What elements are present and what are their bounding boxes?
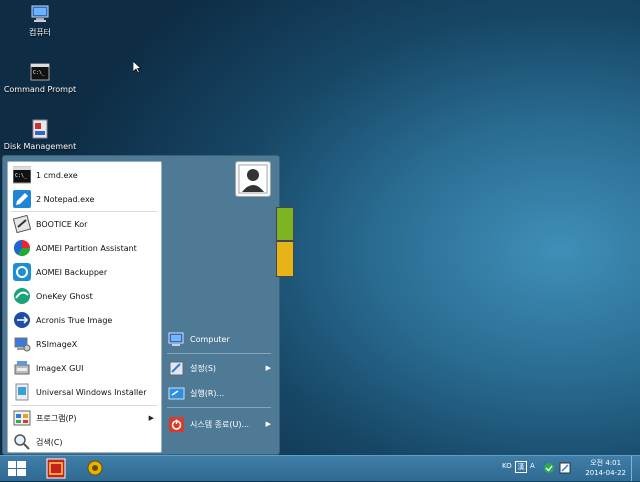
search-menu-item[interactable]: 검색(C) xyxy=(10,431,158,453)
taskbar-clock[interactable]: 오전 4:01 2014-04-22 xyxy=(585,458,626,478)
taskbar: KO 漢 A 오전 4:01 2014-04-22 xyxy=(0,455,640,481)
menu-item-label: Universal Windows Installer xyxy=(36,387,147,397)
program-item-onekey-ghost[interactable]: OneKey Ghost xyxy=(10,285,158,307)
settings-menu-item[interactable]: 설정(S) ▶ xyxy=(167,357,271,379)
onekey-ghost-icon xyxy=(13,287,31,305)
program-item-rsimagex[interactable]: RSImageX xyxy=(10,333,158,355)
start-tiles xyxy=(276,205,294,277)
start-menu: C:\_ 1 cmd.exe 2 Notepad.exe BOOTICE Kor… xyxy=(2,155,280,455)
tile-yellow[interactable] xyxy=(276,241,294,277)
menu-item-label: 설정(S) xyxy=(190,363,217,373)
run-menu-item[interactable]: 실행(R)... xyxy=(167,382,271,404)
menu-item-label: 실행(R)... xyxy=(190,388,225,398)
menu-item-label: BOOTICE Kor xyxy=(36,219,88,229)
mouse-cursor-icon xyxy=(132,60,142,77)
recent-item-cmd[interactable]: C:\_ 1 cmd.exe xyxy=(10,164,158,186)
taskbar-app-2[interactable] xyxy=(84,458,106,479)
tray-ime-label[interactable]: KO xyxy=(502,462,512,474)
menu-separator xyxy=(11,405,157,406)
cmd-icon: C:\_ xyxy=(30,62,50,82)
menu-item-label: Acronis True Image xyxy=(36,315,113,325)
menu-separator xyxy=(167,407,271,408)
clock-time: 오전 4:01 xyxy=(590,459,622,467)
windows-logo-icon xyxy=(8,461,26,476)
programs-menu-item[interactable]: 프로그램(P) ▶ xyxy=(10,407,158,429)
imagex-gui-icon xyxy=(13,359,31,377)
menu-item-label: 2 Notepad.exe xyxy=(36,194,95,204)
settings-icon xyxy=(168,360,185,377)
bootice-icon xyxy=(12,214,32,234)
menu-item-label: 검색(C) xyxy=(36,437,63,447)
desktop-icon-computer[interactable]: 컴퓨터 xyxy=(0,4,80,38)
shutdown-menu-item[interactable]: 시스템 종료(U)... ▶ xyxy=(167,413,271,435)
notepad-icon xyxy=(13,190,31,208)
menu-item-label: AOMEI Backupper xyxy=(36,267,108,277)
start-button[interactable] xyxy=(6,458,28,479)
chevron-right-icon: ▶ xyxy=(148,414,154,422)
user-account-tile[interactable] xyxy=(235,161,271,197)
desktop-icon-label: Disk Management xyxy=(3,142,77,151)
gear-app-icon xyxy=(87,460,103,476)
search-icon xyxy=(13,433,31,451)
tray-edit-icon[interactable] xyxy=(559,462,571,474)
menu-item-label: AOMEI Partition Assistant xyxy=(36,243,137,253)
program-item-acronis[interactable]: Acronis True Image xyxy=(10,309,158,331)
menu-item-label: 1 cmd.exe xyxy=(36,170,78,180)
acronis-icon xyxy=(13,311,31,329)
menu-item-label: 시스템 종료(U)... xyxy=(190,419,250,429)
program-item-aomei-backupper[interactable]: AOMEI Backupper xyxy=(10,261,158,283)
menu-item-label: 프로그램(P) xyxy=(36,413,77,423)
desktop-icon-label: 컴퓨터 xyxy=(28,28,52,37)
computer-icon xyxy=(30,4,50,24)
red-app-icon xyxy=(46,458,66,479)
svg-text:C:\_: C:\_ xyxy=(33,70,46,76)
menu-item-label: ImageX GUI xyxy=(36,363,84,373)
program-item-bootice[interactable]: BOOTICE Kor xyxy=(10,213,158,235)
menu-item-label: OneKey Ghost xyxy=(36,291,93,301)
desktop-icon-command-prompt[interactable]: C:\_ Command Prompt xyxy=(0,62,80,94)
aomei-partition-icon xyxy=(13,239,31,257)
computer-icon xyxy=(168,331,185,348)
program-item-aomei-partition[interactable]: AOMEI Partition Assistant xyxy=(10,237,158,259)
program-item-imagex-gui[interactable]: ImageX GUI xyxy=(10,357,158,379)
run-icon xyxy=(168,385,185,402)
computer-menu-item[interactable]: Computer xyxy=(167,328,271,350)
tile-green[interactable] xyxy=(276,207,294,241)
disk-management-icon xyxy=(30,119,50,139)
user-avatar-icon xyxy=(238,164,268,194)
clock-date: 2014-04-22 xyxy=(585,469,626,477)
power-icon xyxy=(168,416,185,433)
desktop-icon-disk-management[interactable]: Disk Management xyxy=(0,119,80,151)
cmd-icon: C:\_ xyxy=(12,166,32,184)
program-item-universal-windows-installer[interactable]: Universal Windows Installer xyxy=(10,381,158,403)
menu-separator xyxy=(11,211,157,212)
installer-icon xyxy=(13,383,31,401)
tray-hangul-icon[interactable]: 漢 xyxy=(515,461,527,473)
aomei-backupper-icon xyxy=(13,263,31,281)
menu-item-label: RSImageX xyxy=(36,339,78,349)
tray-network-icon[interactable] xyxy=(543,462,555,474)
menu-separator xyxy=(167,353,271,354)
rsimagex-icon xyxy=(13,335,31,353)
start-menu-left-pane: C:\_ 1 cmd.exe 2 Notepad.exe BOOTICE Kor… xyxy=(7,161,162,453)
chevron-right-icon: ▶ xyxy=(265,420,271,428)
chevron-right-icon: ▶ xyxy=(265,364,271,372)
svg-text:C:\_: C:\_ xyxy=(15,173,28,179)
show-desktop-button[interactable] xyxy=(631,456,640,481)
menu-item-label: Computer xyxy=(190,334,230,344)
programs-icon xyxy=(13,409,31,427)
desktop-icon-label: Command Prompt xyxy=(3,85,77,94)
recent-item-notepad[interactable]: 2 Notepad.exe xyxy=(10,188,158,210)
taskbar-app-1[interactable] xyxy=(45,458,67,479)
tray-input-mode[interactable]: A xyxy=(530,462,535,474)
